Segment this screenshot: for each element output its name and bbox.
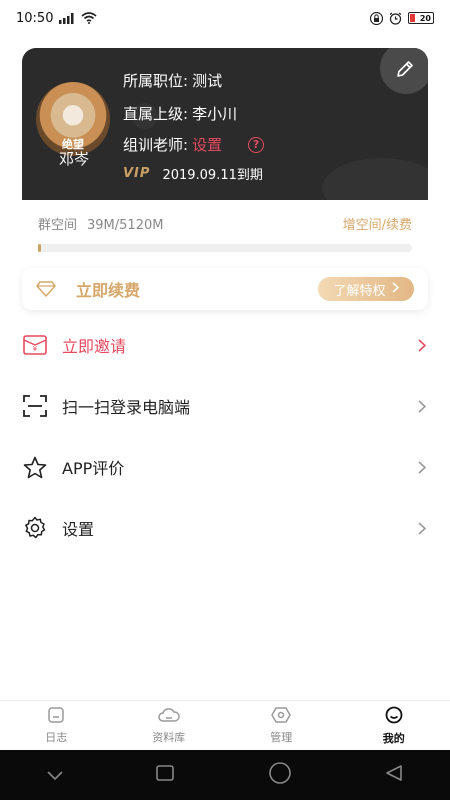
tab-label-mine: 我的 [382,731,405,745]
battery-level: 20 [419,13,431,23]
svg-text:¥: ¥ [33,345,38,353]
tab-label-library: 资料库 [152,730,186,744]
edit-profile-button[interactable] [380,48,428,94]
status-right: 20 [370,11,434,25]
renew-banner[interactable]: 立即续费 了解特权 [22,268,428,310]
pencil-icon [395,59,415,83]
chevron-right-icon [418,337,427,356]
profile-card: 绝望 邓岑 所属职位: 测试 直属上级: 李小川 组训老师: 设置 ? VIP … [22,48,428,200]
chevron-right-icon [418,520,427,539]
home-icon[interactable] [268,761,292,789]
storage-label: 群空间 [38,218,78,233]
vip-badge: VIP [123,166,151,181]
position-value: 测试 [192,72,223,90]
back-icon[interactable] [385,764,403,786]
help-icon[interactable]: ? [248,136,265,153]
tab-library[interactable]: 资料库 [113,701,226,750]
position-label: 所属职位: [123,72,189,90]
trainer-row: 组训老师: 设置 ? [123,134,265,155]
system-nav-bar [0,750,450,800]
trainer-label: 组训老师: [123,136,189,154]
journal-icon [47,706,65,726]
bottom-tab-bar: 日志 资料库 管理 我的 [0,700,450,750]
menu-label-invite: 立即邀请 [62,337,127,356]
chevron-down-icon[interactable] [47,766,63,785]
storage-info: 群空间 39M/5120M [38,214,163,233]
menu-label-app-rating: APP评价 [62,459,125,478]
status-time: 10:50 [16,10,54,26]
hexagon-icon [271,706,291,726]
add-space-link[interactable]: 增空间/续费 [343,214,412,233]
renew-label: 立即续费 [76,281,141,300]
tab-manage[interactable]: 管理 [225,701,338,750]
learn-privileges-label: 了解特权 [333,283,386,299]
battery-icon: 20 [408,12,434,24]
vip-expiry: 2019.09.11到期 [162,168,263,183]
vip-row: VIP 2019.09.11到期 [123,164,263,183]
avatar[interactable]: 绝望 [36,82,110,156]
storage-progress-bar [38,244,412,252]
menu-item-settings[interactable]: 设置 [0,498,450,558]
storage-usage: 39M/5120M [87,218,164,233]
scan-icon [22,393,48,419]
envelope-icon: ¥ [22,332,48,358]
status-left: 10:50 [16,11,97,26]
menu-item-invite[interactable]: ¥ 立即邀请 [0,315,450,375]
supervisor-row: 直属上级: 李小川 [123,103,237,124]
supervisor-value: 李小川 [192,105,238,123]
menu-item-app-rating[interactable]: APP评价 [0,437,450,497]
signal-icon [59,12,75,24]
tab-label-manage: 管理 [270,730,293,744]
supervisor-label: 直属上级: [123,105,189,123]
set-trainer-link[interactable]: 设置 [192,134,222,155]
tab-label-journal: 日志 [45,730,68,744]
status-bar: 10:50 20 [0,0,450,36]
lock-icon [370,11,383,25]
chevron-right-icon [418,459,427,478]
chevron-right-icon [391,281,399,297]
storage-section: 群空间 39M/5120M 增空间/续费 [22,200,428,268]
chevron-right-icon [418,398,427,417]
recent-apps-icon[interactable] [156,765,175,785]
menu-label-scan-login: 扫一扫登录电脑端 [62,398,191,417]
tab-mine[interactable]: 我的 [338,701,450,750]
storage-progress-fill [38,244,41,252]
position-row: 所属职位: 测试 [123,70,222,91]
profile-icon [385,706,403,727]
alarm-icon [389,12,402,25]
menu-item-scan-login[interactable]: 扫一扫登录电脑端 [0,376,450,436]
star-icon [22,454,48,480]
learn-privileges-button[interactable]: 了解特权 [318,277,414,301]
diamond-icon [36,281,56,297]
wifi-icon [81,12,97,24]
tab-journal[interactable]: 日志 [0,701,113,750]
gear-icon [22,515,48,541]
user-name: 邓岑 [58,150,89,168]
cloud-icon [158,707,180,726]
menu-label-settings: 设置 [62,520,95,539]
